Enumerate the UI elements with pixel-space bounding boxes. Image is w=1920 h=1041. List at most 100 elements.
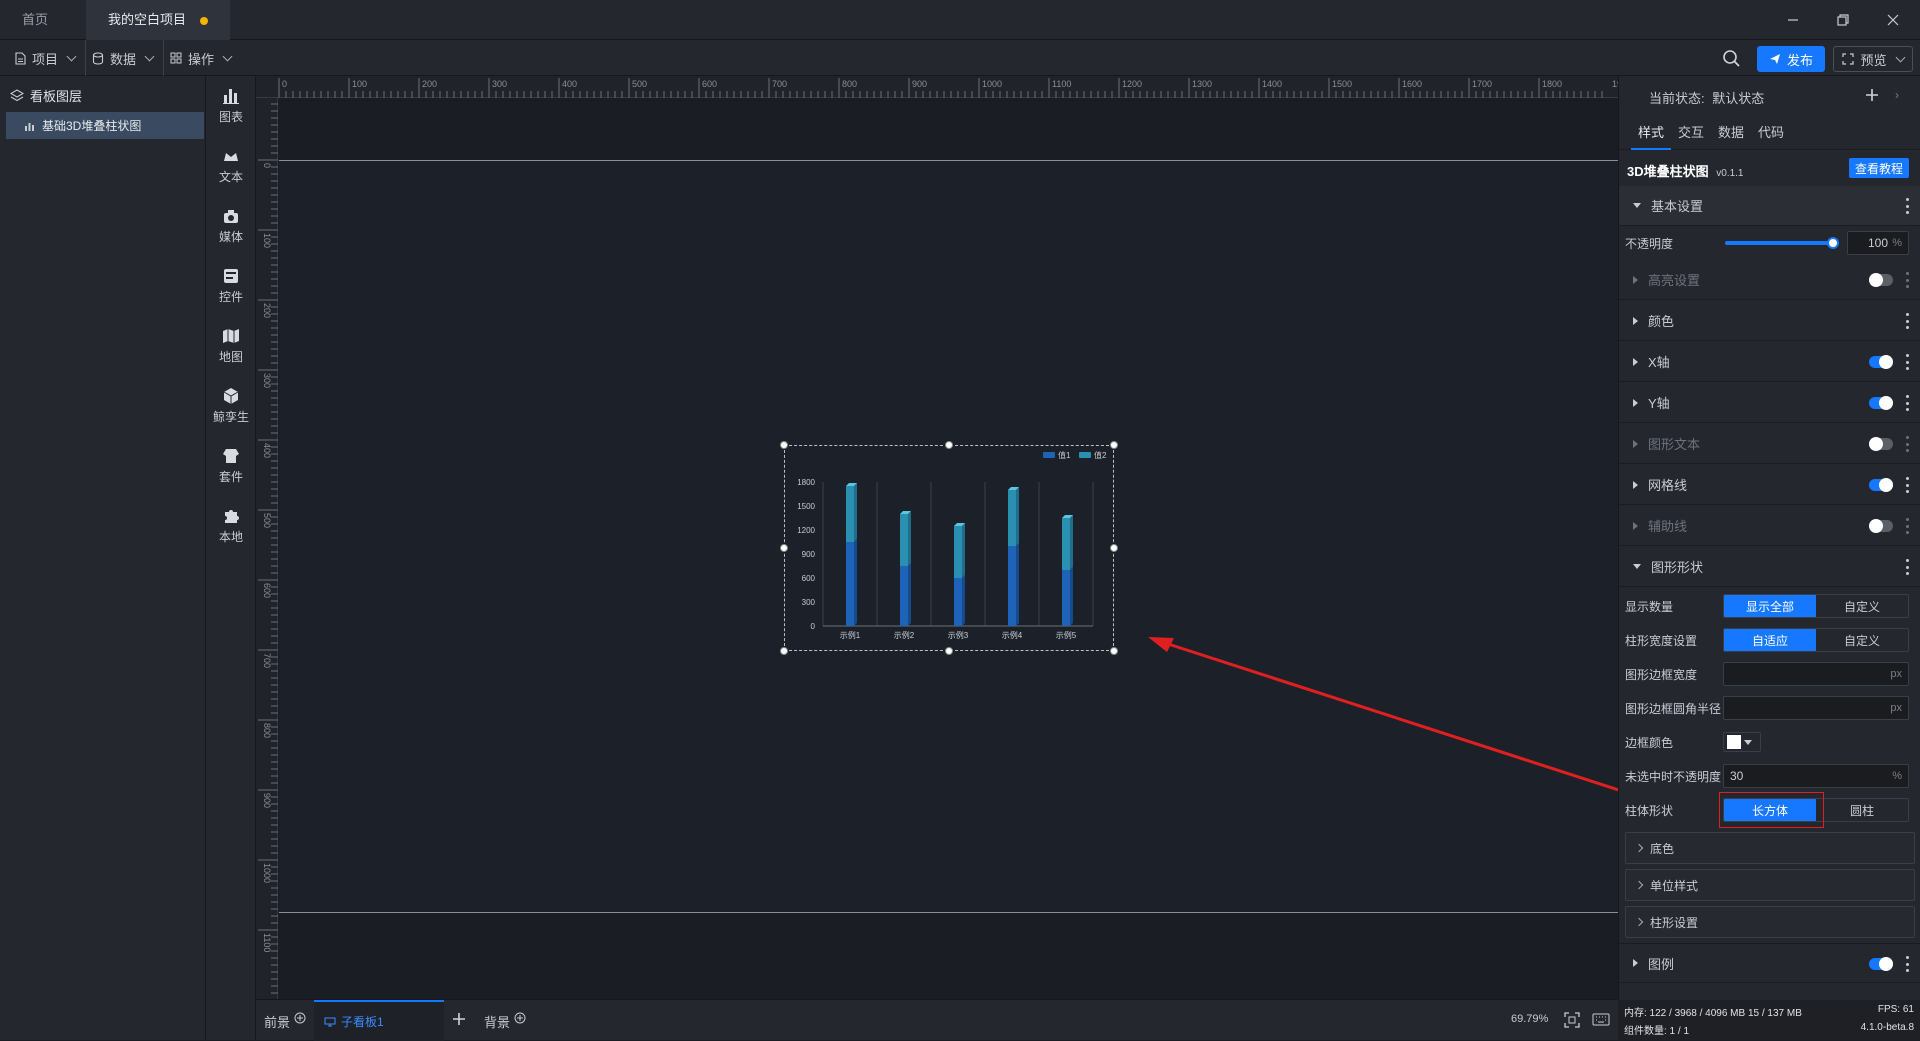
highlight-toggle[interactable]	[1869, 273, 1893, 287]
kebab-menu-icon[interactable]	[1905, 559, 1909, 575]
border-width-input[interactable]: px	[1723, 662, 1909, 686]
ruler-label: 700	[262, 653, 272, 668]
yaxis-toggle[interactable]	[1869, 396, 1893, 410]
chart-widget-selection[interactable]: 0 300 600 900 1200 1500 1800 示例1 示例2 示例3 示例4 示例5 值1 值…	[784, 445, 1114, 651]
kebab-menu-icon[interactable]	[1905, 436, 1909, 452]
section-basic-label: 基本设置	[1651, 199, 1704, 214]
resize-handle[interactable]	[945, 647, 953, 655]
tab-style[interactable]: 样式	[1631, 116, 1671, 150]
section-legend[interactable]: 图例	[1619, 943, 1920, 983]
x-tick-label: 示例3	[948, 630, 969, 640]
section-guides[interactable]: 辅助线	[1619, 506, 1920, 546]
restore-button[interactable]	[1820, 0, 1866, 40]
tool-local[interactable]: 本地	[206, 498, 256, 554]
resize-handle[interactable]	[1110, 647, 1118, 655]
kebab-menu-icon[interactable]	[1905, 198, 1909, 214]
section-color[interactable]: 颜色	[1619, 301, 1920, 341]
tool-map[interactable]: 地图	[206, 318, 256, 374]
preview-button[interactable]: 预览	[1833, 46, 1913, 72]
subsection-unit-style[interactable]: 单位样式	[1625, 869, 1915, 901]
section-yaxis[interactable]: Y轴	[1619, 383, 1920, 423]
resize-handle[interactable]	[780, 647, 788, 655]
opacity-slider-knob[interactable]	[1826, 237, 1839, 249]
section-grid[interactable]: 网格线	[1619, 465, 1920, 505]
background-button[interactable]: 背景	[484, 1012, 526, 1031]
tab-data[interactable]: 数据	[1711, 116, 1751, 150]
add-board-button[interactable]	[452, 1012, 466, 1029]
search-button[interactable]	[1722, 49, 1742, 69]
section-shape-text[interactable]: 图形文本	[1619, 424, 1920, 464]
tool-chart[interactable]: 图表	[206, 78, 256, 134]
guides-toggle[interactable]	[1869, 519, 1893, 533]
legend-toggle[interactable]	[1869, 957, 1893, 971]
state-chevron-icon[interactable]: ›	[1895, 88, 1899, 102]
tab-interaction[interactable]: 交互	[1671, 116, 1711, 150]
section-shape[interactable]: 图形形状	[1619, 547, 1920, 587]
resize-handle[interactable]	[780, 441, 788, 449]
bar-width-custom-option[interactable]: 自定义	[1816, 629, 1908, 651]
state-value[interactable]: 默认状态	[1712, 91, 1764, 106]
kebab-menu-icon[interactable]	[1905, 518, 1909, 534]
subsection-bar-settings[interactable]: 柱形设置	[1625, 906, 1915, 938]
board-tab[interactable]: 子看板1	[314, 1000, 444, 1041]
tool-twin[interactable]: 鲸孪生	[206, 378, 256, 434]
unselected-opacity-value: 30	[1730, 769, 1744, 783]
resize-handle[interactable]	[780, 544, 788, 552]
foreground-button[interactable]: 前景	[264, 1012, 306, 1031]
section-basic[interactable]: 基本设置	[1619, 186, 1920, 226]
bar-width-auto-option[interactable]: 自适应	[1724, 629, 1816, 651]
kebab-menu-icon[interactable]	[1905, 354, 1909, 370]
caret-down-icon	[1633, 564, 1641, 569]
add-state-button[interactable]	[1865, 88, 1879, 105]
grid-toggle[interactable]	[1869, 478, 1893, 492]
resize-handle[interactable]	[1110, 544, 1118, 552]
close-button[interactable]	[1870, 0, 1916, 40]
publish-label: 发布	[1786, 52, 1813, 68]
layer-item[interactable]: 基础3D堆叠柱状图	[6, 112, 204, 139]
shape-text-toggle[interactable]	[1869, 437, 1893, 451]
caret-down-icon	[1633, 203, 1641, 208]
kebab-menu-icon[interactable]	[1905, 477, 1909, 493]
resize-handle[interactable]	[945, 441, 953, 449]
tutorial-button[interactable]: 查看教程	[1849, 158, 1909, 178]
minimize-button[interactable]	[1770, 0, 1816, 40]
display-custom-option[interactable]: 自定义	[1816, 595, 1908, 617]
caret-right-icon	[1633, 480, 1638, 489]
tab-code[interactable]: 代码	[1751, 116, 1791, 150]
opacity-input[interactable]: 100%	[1847, 231, 1909, 255]
publish-button[interactable]: 发布	[1757, 46, 1825, 72]
border-color-picker[interactable]	[1723, 732, 1761, 752]
fit-screen-button[interactable]	[1564, 1012, 1580, 1031]
kebab-menu-icon[interactable]	[1905, 272, 1909, 288]
zoom-level[interactable]: 69.79%	[1511, 1013, 1548, 1025]
ruler-label: 500	[262, 513, 272, 528]
tool-media[interactable]: 媒体	[206, 198, 256, 254]
bar-side	[854, 539, 857, 626]
tab-project[interactable]: 我的空白项目	[86, 0, 231, 40]
unselected-opacity-input[interactable]: 30%	[1723, 764, 1909, 788]
section-xaxis[interactable]: X轴	[1619, 342, 1920, 382]
keyboard-button[interactable]	[1592, 1013, 1610, 1029]
resize-handle[interactable]	[1110, 441, 1118, 449]
tool-kit[interactable]: 套件	[206, 438, 256, 494]
border-radius-input[interactable]: px	[1723, 696, 1909, 720]
kebab-menu-icon[interactable]	[1905, 956, 1909, 972]
add-circle-icon	[294, 1012, 306, 1023]
bar-shape-cylinder-option[interactable]: 圆柱	[1816, 799, 1908, 821]
tab-home[interactable]: 首页	[0, 0, 70, 40]
menu-project[interactable]: 项目	[4, 40, 87, 76]
kebab-menu-icon[interactable]	[1905, 313, 1909, 329]
menu-operation[interactable]: 操作	[160, 40, 241, 76]
kebab-menu-icon[interactable]	[1905, 395, 1909, 411]
keyboard-icon	[1592, 1013, 1610, 1026]
opacity-slider[interactable]	[1725, 237, 1839, 249]
xaxis-toggle[interactable]	[1869, 355, 1893, 369]
display-all-option[interactable]: 显示全部	[1724, 595, 1816, 617]
subsection-base-color[interactable]: 底色	[1625, 832, 1915, 864]
tool-control[interactable]: 控件	[206, 258, 256, 314]
menu-data[interactable]: 数据	[82, 40, 165, 76]
section-highlight[interactable]: 高亮设置	[1619, 260, 1920, 300]
tool-text[interactable]: 文本	[206, 138, 256, 194]
app-version: 4.1.0-beta.8	[1860, 1022, 1914, 1033]
opacity-label: 不透明度	[1625, 236, 1674, 251]
